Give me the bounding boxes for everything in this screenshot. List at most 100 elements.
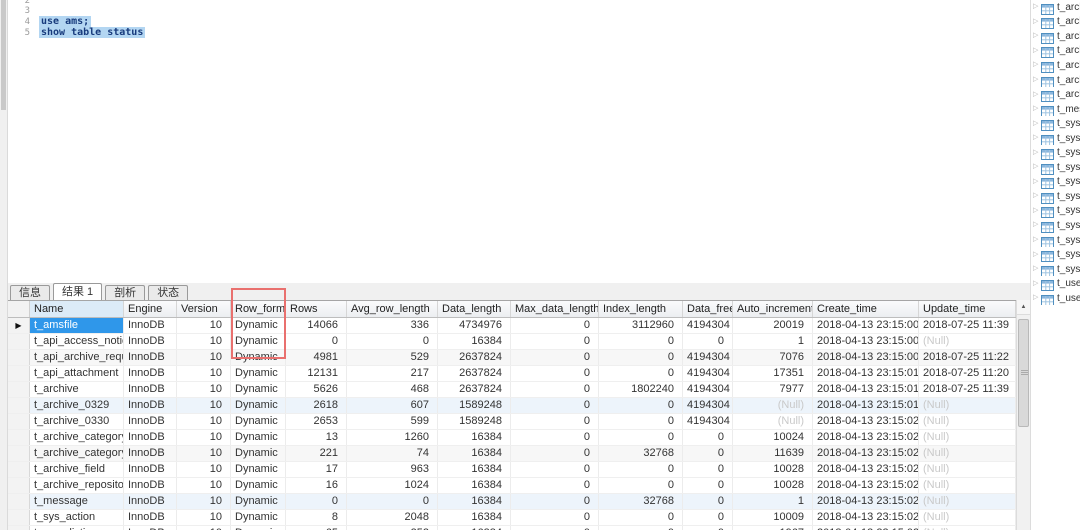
cell[interactable]: 10 — [177, 446, 231, 461]
tree-item[interactable]: ▷ t_user_ — [1031, 291, 1080, 306]
cell[interactable]: InnoDB — [124, 398, 177, 413]
cell[interactable]: t_amsfile — [30, 318, 124, 333]
cell[interactable]: 2018-04-13 23:15:02 — [813, 462, 919, 477]
cell[interactable]: (Null) — [919, 494, 1016, 509]
row-header[interactable] — [8, 510, 30, 525]
cell[interactable]: Dynamic — [231, 494, 286, 509]
cell[interactable]: 2018-07-25 11:22 — [919, 350, 1016, 365]
tree-item[interactable]: ▷ t_archi — [1031, 73, 1080, 88]
cell[interactable]: 2018-07-25 11:39 — [919, 318, 1016, 333]
cell[interactable]: 607 — [347, 398, 438, 413]
cell[interactable]: 0 — [683, 462, 733, 477]
cell[interactable]: 4194304 — [683, 350, 733, 365]
column-header-data_free[interactable]: Data_free — [683, 301, 733, 317]
cell[interactable]: InnoDB — [124, 350, 177, 365]
cell[interactable]: 2018-04-13 23:15:02 — [813, 430, 919, 445]
cell[interactable]: 0 — [599, 398, 683, 413]
cell[interactable]: t_archive_field — [30, 462, 124, 477]
tree-item[interactable]: ▷ t_sys_p — [1031, 160, 1080, 175]
cell[interactable]: 468 — [347, 382, 438, 397]
cell[interactable]: 4194304 — [683, 366, 733, 381]
vertical-scrollbar-thumb[interactable] — [1018, 319, 1029, 427]
cell[interactable]: 2637824 — [438, 382, 511, 397]
expand-arrow-icon[interactable]: ▷ — [1033, 44, 1041, 58]
cell[interactable]: 0 — [511, 366, 599, 381]
cell[interactable]: 0 — [511, 446, 599, 461]
cell[interactable]: 0 — [347, 334, 438, 349]
tree-item[interactable]: ▷ t_archi — [1031, 29, 1080, 44]
cell[interactable]: 0 — [511, 398, 599, 413]
expand-arrow-icon[interactable]: ▷ — [1033, 146, 1041, 160]
cell[interactable]: (Null) — [919, 478, 1016, 493]
selected-sql-text[interactable]: show table status — [39, 27, 146, 39]
cell[interactable]: t_sys_action — [30, 510, 124, 525]
table-row[interactable]: t_archive_field InnoDB 10 Dynamic 17 963 16384… — [8, 462, 1016, 478]
expand-arrow-icon[interactable]: ▷ — [1033, 277, 1041, 291]
cell[interactable]: 10 — [177, 334, 231, 349]
tree-item[interactable]: ▷ t_mess — [1031, 102, 1080, 117]
cell[interactable]: 32768 — [599, 494, 683, 509]
expand-arrow-icon[interactable]: ▷ — [1033, 233, 1041, 247]
cell[interactable]: t_api_access_notice — [30, 334, 124, 349]
cell[interactable]: 252 — [347, 526, 438, 530]
cell[interactable]: 2018-04-13 23:15:02 — [813, 478, 919, 493]
cell[interactable]: t_api_attachment — [30, 366, 124, 381]
cell[interactable]: 4981 — [286, 350, 347, 365]
expand-arrow-icon[interactable]: ▷ — [1033, 262, 1041, 276]
cell[interactable]: (Null) — [733, 414, 813, 429]
selected-sql-text[interactable]: use ams; — [39, 16, 92, 28]
table-row[interactable]: t_archive InnoDB 10 Dynamic 5626 468 2637824 0 1… — [8, 382, 1016, 398]
cell[interactable]: t_api_archive_request — [30, 350, 124, 365]
table-row[interactable]: t_api_access_notice InnoDB 10 Dynamic 0 0 1638… — [8, 334, 1016, 350]
table-row[interactable]: t_sys_action InnoDB 10 Dynamic 8 2048 16384 0 0 0… — [8, 510, 1016, 526]
column-header-auto_increment[interactable]: Auto_increment — [733, 301, 813, 317]
cell[interactable]: 2018-07-25 11:39 — [919, 382, 1016, 397]
tree-item[interactable]: ▷ t_archi — [1031, 44, 1080, 59]
cell[interactable]: 2048 — [347, 510, 438, 525]
cell[interactable]: 14066 — [286, 318, 347, 333]
cell[interactable]: 963 — [347, 462, 438, 477]
cell[interactable]: 20019 — [733, 318, 813, 333]
cell[interactable]: 2637824 — [438, 366, 511, 381]
tree-item[interactable]: ▷ t_archi — [1031, 58, 1080, 73]
cell[interactable]: 0 — [511, 478, 599, 493]
cell[interactable]: InnoDB — [124, 462, 177, 477]
cell[interactable]: 599 — [347, 414, 438, 429]
cell[interactable]: (Null) — [733, 398, 813, 413]
cell[interactable]: 10 — [177, 366, 231, 381]
cell[interactable]: InnoDB — [124, 510, 177, 525]
table-row[interactable]: t_api_archive_requestInnoDB10Dynamic4981… — [8, 350, 1016, 366]
cell[interactable]: (Null) — [919, 462, 1016, 477]
cell[interactable]: 0 — [286, 334, 347, 349]
cell[interactable]: 0 — [683, 478, 733, 493]
cell[interactable]: 16384 — [438, 478, 511, 493]
cell[interactable]: 10 — [177, 494, 231, 509]
grid-corner-cell[interactable] — [8, 301, 30, 317]
expand-arrow-icon[interactable]: ▷ — [1033, 29, 1041, 43]
cell[interactable]: 221 — [286, 446, 347, 461]
cell[interactable]: 10 — [177, 478, 231, 493]
cell[interactable]: 10028 — [733, 478, 813, 493]
cell[interactable]: 0 — [286, 494, 347, 509]
cell[interactable]: 0 — [683, 446, 733, 461]
expand-arrow-icon[interactable]: ▷ — [1033, 58, 1041, 72]
cell[interactable]: 1024 — [347, 478, 438, 493]
cell[interactable]: Dynamic — [231, 446, 286, 461]
cell[interactable]: 0 — [599, 366, 683, 381]
cell[interactable]: 0 — [511, 350, 599, 365]
editor-line[interactable]: 5 show table status — [8, 27, 146, 39]
cell[interactable]: 0 — [511, 462, 599, 477]
cell[interactable]: Dynamic — [231, 462, 286, 477]
cell[interactable]: InnoDB — [124, 494, 177, 509]
cell[interactable]: 10 — [177, 414, 231, 429]
cell[interactable]: 2018-04-13 23:15:01 — [813, 382, 919, 397]
cell[interactable]: 0 — [599, 414, 683, 429]
cell[interactable]: 0 — [599, 526, 683, 530]
cell[interactable]: 2637824 — [438, 350, 511, 365]
cell[interactable]: InnoDB — [124, 318, 177, 333]
tree-item[interactable]: ▷ t_user_ — [1031, 276, 1080, 291]
cell[interactable]: 0 — [599, 478, 683, 493]
cell[interactable]: (Null) — [919, 430, 1016, 445]
cell[interactable]: 4194304 — [683, 318, 733, 333]
tree-item[interactable]: ▷ t_sys_r — [1031, 218, 1080, 233]
